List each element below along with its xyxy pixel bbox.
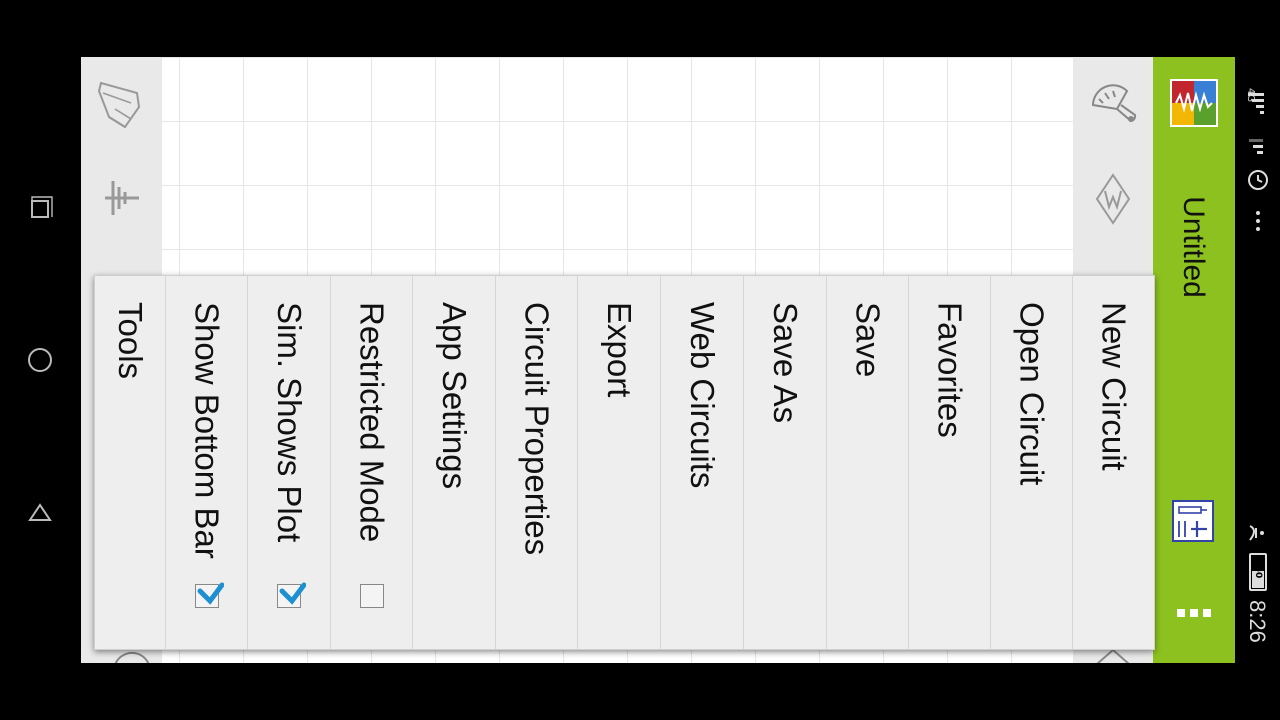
menu-item-label: Save As: [767, 302, 804, 424]
menu-item-web-circuits[interactable]: Web Circuits: [660, 276, 743, 649]
menu-item-favorites[interactable]: Favorites: [908, 276, 990, 649]
menu-item-app-settings[interactable]: App Settings: [412, 276, 495, 649]
checkmark-icon: [279, 582, 306, 605]
overflow-dots-icon: [1236, 208, 1280, 234]
app-logo-icon: [1170, 79, 1218, 127]
home-icon[interactable]: [22, 342, 58, 378]
menu-item-label: Open Circuit: [1013, 302, 1051, 486]
signal-icon: [1236, 88, 1280, 124]
status-bar: 4G 50 8:26: [1236, 0, 1280, 720]
add-component-icon[interactable]: [1171, 499, 1215, 543]
menu-item-restricted-mode[interactable]: Restricted Mode: [330, 276, 412, 649]
tools-icon[interactable]: [1087, 79, 1139, 131]
menu-item-tools[interactable]: Tools: [95, 276, 165, 649]
network-type: 4G: [1245, 88, 1256, 103]
menu-item-label: Circuit Properties: [518, 302, 556, 556]
restricted-mode-checkbox[interactable]: [359, 584, 384, 608]
main-menu: New Circuit Open Circuit Favorites Save …: [94, 275, 1155, 650]
menu-item-save-as[interactable]: Save As: [743, 276, 826, 649]
menu-item-sim-shows-plot[interactable]: Sim. Shows Plot: [247, 276, 330, 649]
menu-item-label: Web Circuits: [684, 302, 721, 489]
menu-item-label: Show Bottom Bar: [188, 302, 226, 559]
menu-item-export[interactable]: Export: [577, 276, 660, 649]
menu-item-new-circuit[interactable]: New Circuit: [1072, 276, 1154, 649]
wifi-off-icon: [1236, 520, 1280, 546]
menu-item-save[interactable]: Save: [826, 276, 908, 649]
menu-item-open-circuit[interactable]: Open Circuit: [990, 276, 1072, 649]
battery-icon: 50: [1236, 550, 1280, 594]
circuit-app: Untitled New Circuit Open Circuit Favori…: [81, 57, 1235, 663]
signal-icon-2: [1236, 134, 1280, 160]
menu-item-label: Restricted Mode: [353, 302, 391, 543]
menu-item-circuit-properties[interactable]: Circuit Properties: [495, 276, 577, 649]
menu-item-label: App Settings: [436, 302, 473, 490]
menu-item-label: Favorites: [931, 302, 969, 438]
title-bar: [1153, 57, 1235, 663]
recent-apps-icon[interactable]: [22, 190, 58, 226]
menu-item-label: Export: [601, 302, 638, 398]
menu-item-label: Save: [849, 302, 887, 378]
clock-time: 8:26: [1245, 600, 1270, 643]
menu-item-show-bottom-bar[interactable]: Show Bottom Bar: [165, 276, 247, 649]
show-bottom-bar-checkbox[interactable]: [194, 582, 224, 608]
more-icon[interactable]: [1177, 609, 1211, 617]
battery-level: 50: [1253, 565, 1263, 579]
back-icon[interactable]: [22, 495, 58, 531]
partial-triangle-icon: [1093, 648, 1133, 663]
menu-item-label: New Circuit: [1095, 302, 1133, 471]
checkmark-icon: [197, 582, 224, 605]
alarm-icon: [1236, 166, 1280, 194]
circuit-title: Untitled: [1177, 196, 1210, 298]
menu-item-label: Tools: [112, 302, 149, 380]
pencil-icon[interactable]: [95, 79, 147, 131]
sim-shows-plot-checkbox[interactable]: [277, 582, 306, 608]
wire-mode-icon[interactable]: [1089, 173, 1137, 225]
menu-item-label: Sim. Shows Plot: [271, 302, 308, 543]
ground-icon[interactable]: [99, 173, 147, 223]
